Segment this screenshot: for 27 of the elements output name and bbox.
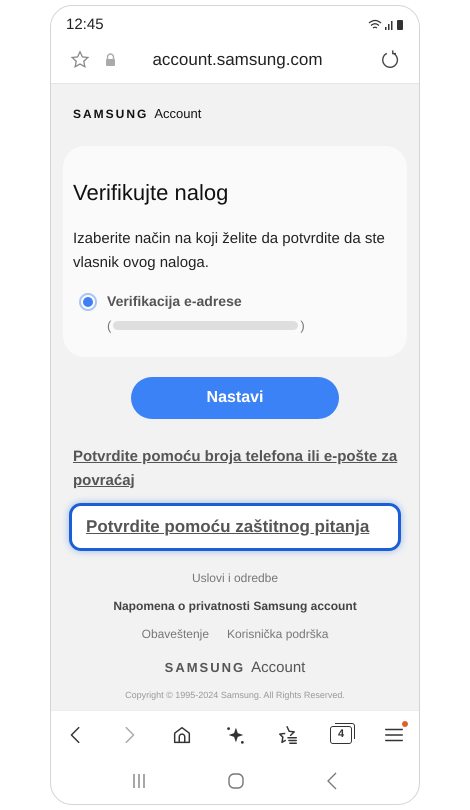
tabs-button[interactable]: 4 <box>330 726 352 744</box>
status-icons <box>368 19 404 31</box>
account-label: Account <box>154 105 202 123</box>
verify-link[interactable]: Potvrdite pomoću zaštitnog pitanja <box>86 514 384 540</box>
close-parenthesis: ) <box>300 316 305 335</box>
option-label: Verifikacija e-adrese <box>107 292 243 311</box>
recent-apps-icon[interactable] <box>131 773 147 789</box>
terms-link[interactable]: Uslovi i odredbe <box>192 568 278 586</box>
card-description: Izaberite način na koji želite da potvrdite da ste vlasnik ovog naloga. <box>73 228 386 272</box>
continue-button[interactable]: Nastavi <box>131 377 339 419</box>
privacy-link[interactable]: Napomena o privatnosti Samsung account <box>113 596 357 614</box>
radio-button[interactable] <box>79 292 97 310</box>
copyright-text: Copyright © 1995-2024 Samsung. All Rights Reserved. <box>125 689 345 702</box>
reload-icon[interactable] <box>379 48 401 70</box>
notice-link[interactable]: Obaveštenje <box>142 624 209 642</box>
address-url[interactable]: account.samsung.com <box>116 46 379 72</box>
lock-icon <box>105 53 116 66</box>
status-time: 12:45 <box>66 14 104 35</box>
samsung-wordmark: SAMSUNG <box>164 658 246 676</box>
account-label: Account <box>251 658 306 678</box>
open-parenthesis: ( <box>107 316 112 335</box>
samsung-wordmark: SAMSUNG <box>73 106 148 123</box>
verify-link[interactable]: Potvrdite pomoću broja telefona ili e-pošte za povraćaj <box>73 445 407 493</box>
bookmark-star-icon[interactable] <box>69 48 91 70</box>
support-link[interactable]: Korisnička podrška <box>227 624 328 642</box>
bookmarks-icon[interactable] <box>277 724 299 746</box>
card-title: Verifikujte nalog <box>73 178 230 207</box>
